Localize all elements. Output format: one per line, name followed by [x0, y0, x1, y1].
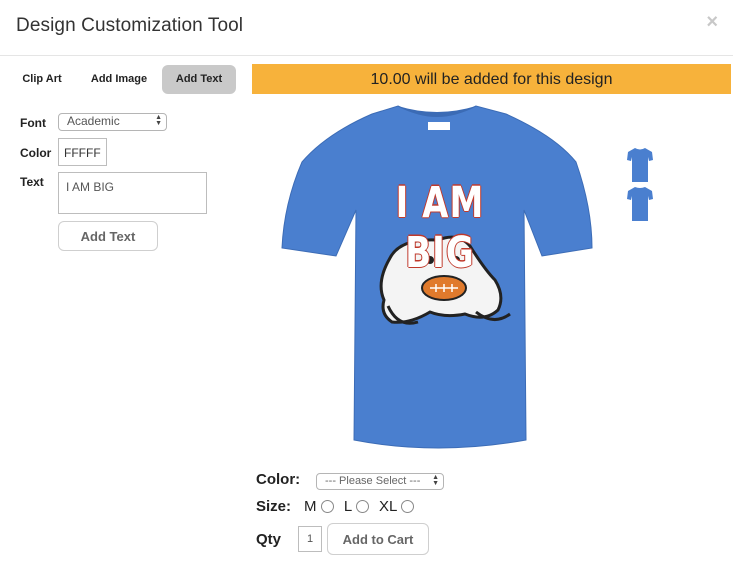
qty-input[interactable]: 1 — [298, 526, 322, 552]
shirt-color-label: Color: — [256, 471, 301, 488]
tab-add-image[interactable]: Add Image — [82, 65, 156, 94]
size-xl-label: XL — [378, 498, 397, 515]
shirt-color-placeholder: --- Please Select --- — [325, 475, 421, 487]
shirt-color-select[interactable]: --- Please Select --- ▲ ▼ — [316, 473, 444, 490]
close-icon[interactable]: × — [706, 12, 718, 32]
select-arrows-icon: ▲ ▼ — [155, 114, 162, 127]
text-label: Text — [20, 175, 44, 189]
select-arrows-icon: ▲ ▼ — [432, 474, 439, 487]
tab-clip-art[interactable]: Clip Art — [12, 65, 72, 94]
qty-label: Qty — [256, 531, 282, 548]
modal-header: Design Customization Tool × — [0, 0, 733, 56]
add-to-cart-button[interactable]: Add to Cart — [327, 523, 429, 555]
color-label: Color — [20, 146, 52, 160]
thumbnail-back[interactable] — [626, 186, 654, 227]
font-label: Font — [20, 116, 46, 130]
price-banner: 10.00 will be added for this design — [252, 64, 731, 94]
size-options: M L XL — [304, 498, 414, 515]
color-input[interactable]: FFFFF — [58, 138, 107, 166]
add-text-button[interactable]: Add Text — [58, 221, 158, 251]
size-l-radio[interactable] — [355, 500, 369, 513]
size-m-radio[interactable] — [320, 500, 334, 513]
tshirt-front-icon — [627, 148, 653, 182]
size-m-label: M — [304, 498, 317, 515]
thumbnail-front[interactable] — [626, 147, 654, 188]
customization-modal: Design Customization Tool × Clip Art Add… — [0, 0, 733, 580]
font-select[interactable]: Academic ▲ ▼ — [58, 113, 167, 131]
size-l-label: L — [343, 498, 352, 515]
shirt-print-text: I AM BIG — [395, 178, 485, 278]
text-input[interactable]: I AM BIG — [58, 172, 207, 214]
size-label: Size: — [256, 498, 292, 515]
modal-title: Design Customization Tool — [16, 15, 244, 36]
size-xl-radio[interactable] — [400, 500, 414, 513]
tab-add-text[interactable]: Add Text — [162, 65, 236, 94]
font-select-value: Academic — [67, 114, 120, 128]
tshirt-back-icon — [627, 187, 653, 221]
